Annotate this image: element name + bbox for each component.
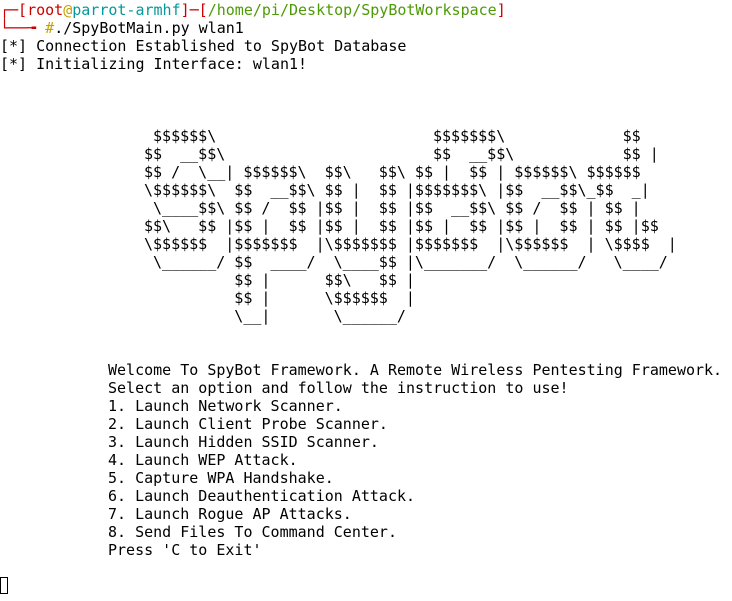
banner-line: \______/ $$ ____/ \____$$ |\_______/ \__…: [144, 253, 668, 271]
prompt-separator: ]─[: [180, 1, 208, 19]
menu-option-send-files: 8. Send Files To Command Center.: [108, 523, 397, 541]
main-menu: Welcome To SpyBot Framework. A Remote Wi…: [108, 361, 722, 559]
prompt-hash: #: [45, 19, 55, 37]
banner-line: $$ | $$\ $$ |: [144, 271, 415, 289]
banner-line: $$\ $$ |$$ | $$ |$$ | $$ |$$ | $$ |$$ | …: [144, 217, 659, 235]
menu-option-deauth-attack: 6. Launch Deauthentication Attack.: [108, 487, 416, 505]
terminal-cursor[interactable]: [0, 577, 8, 594]
menu-option-client-probe-scanner: 2. Launch Client Probe Scanner.: [108, 415, 388, 433]
banner-line: $$ __$$\ $$ __$$\ $$ |: [144, 145, 659, 163]
prompt-at: @: [63, 1, 73, 19]
prompt-bracket-close: ]: [496, 1, 506, 19]
prompt-path: /home/pi/Desktop/SpyBotWorkspace: [207, 1, 497, 19]
command-text: ./SpyBotMain.py wlan1: [54, 19, 244, 37]
menu-option-hidden-ssid-scanner: 3. Launch Hidden SSID Scanner.: [108, 433, 379, 451]
banner-line: $$ / \__| $$$$$$\ $$\ $$\ $$ | $$ | $$$$…: [144, 163, 641, 181]
banner-line: $$$$$$\ $$$$$$$\ $$: [144, 127, 641, 145]
exit-hint: Press 'C to Exit': [108, 541, 262, 559]
prompt-user: root: [27, 1, 64, 19]
menu-option-wep-attack: 4. Launch WEP Attack.: [108, 451, 298, 469]
banner-line: \__| \______/: [144, 307, 406, 325]
prompt-line-top: ┌─[root@parrot-armhf]─[/home/pi/Desktop/…: [0, 1, 506, 19]
status-connection: [*] Connection Established to SpyBot Dat…: [0, 37, 407, 55]
prompt-line-command: └──╼ #./SpyBotMain.py wlan1: [0, 19, 244, 37]
prompt-corner: └──╼: [0, 19, 46, 37]
status-initializing: [*] Initializing Interface: wlan1!: [0, 55, 308, 73]
menu-option-rogue-ap: 7. Launch Rogue AP Attacks.: [108, 505, 352, 523]
banner-line: \____$$\ $$ / $$ |$$ | $$ |$$ __$$\ $$ /…: [144, 199, 641, 217]
banner-line: \$$$$$$ |$$$$$$$ |\$$$$$$$ |$$$$$$$ |\$$…: [144, 235, 677, 253]
prompt-bracket-open: ┌─[: [0, 1, 28, 19]
menu-option-network-scanner: 1. Launch Network Scanner.: [108, 397, 343, 415]
banner-line: $$ | \$$$$$$ |: [144, 289, 415, 307]
welcome-text: Welcome To SpyBot Framework. A Remote Wi…: [108, 361, 723, 379]
banner-line: \$$$$$$\ $$ __$$\ $$ | $$ |$$$$$$$\ |$$ …: [144, 181, 650, 199]
prompt-host: parrot-armhf: [72, 1, 181, 19]
spybot-ascii-banner: $$$$$$\ $$$$$$$\ $$ $$ __$$\ $$ __$$\ $$ …: [144, 127, 677, 325]
instruction-text: Select an option and follow the instruct…: [108, 379, 569, 397]
menu-option-wpa-handshake: 5. Capture WPA Handshake.: [108, 469, 334, 487]
